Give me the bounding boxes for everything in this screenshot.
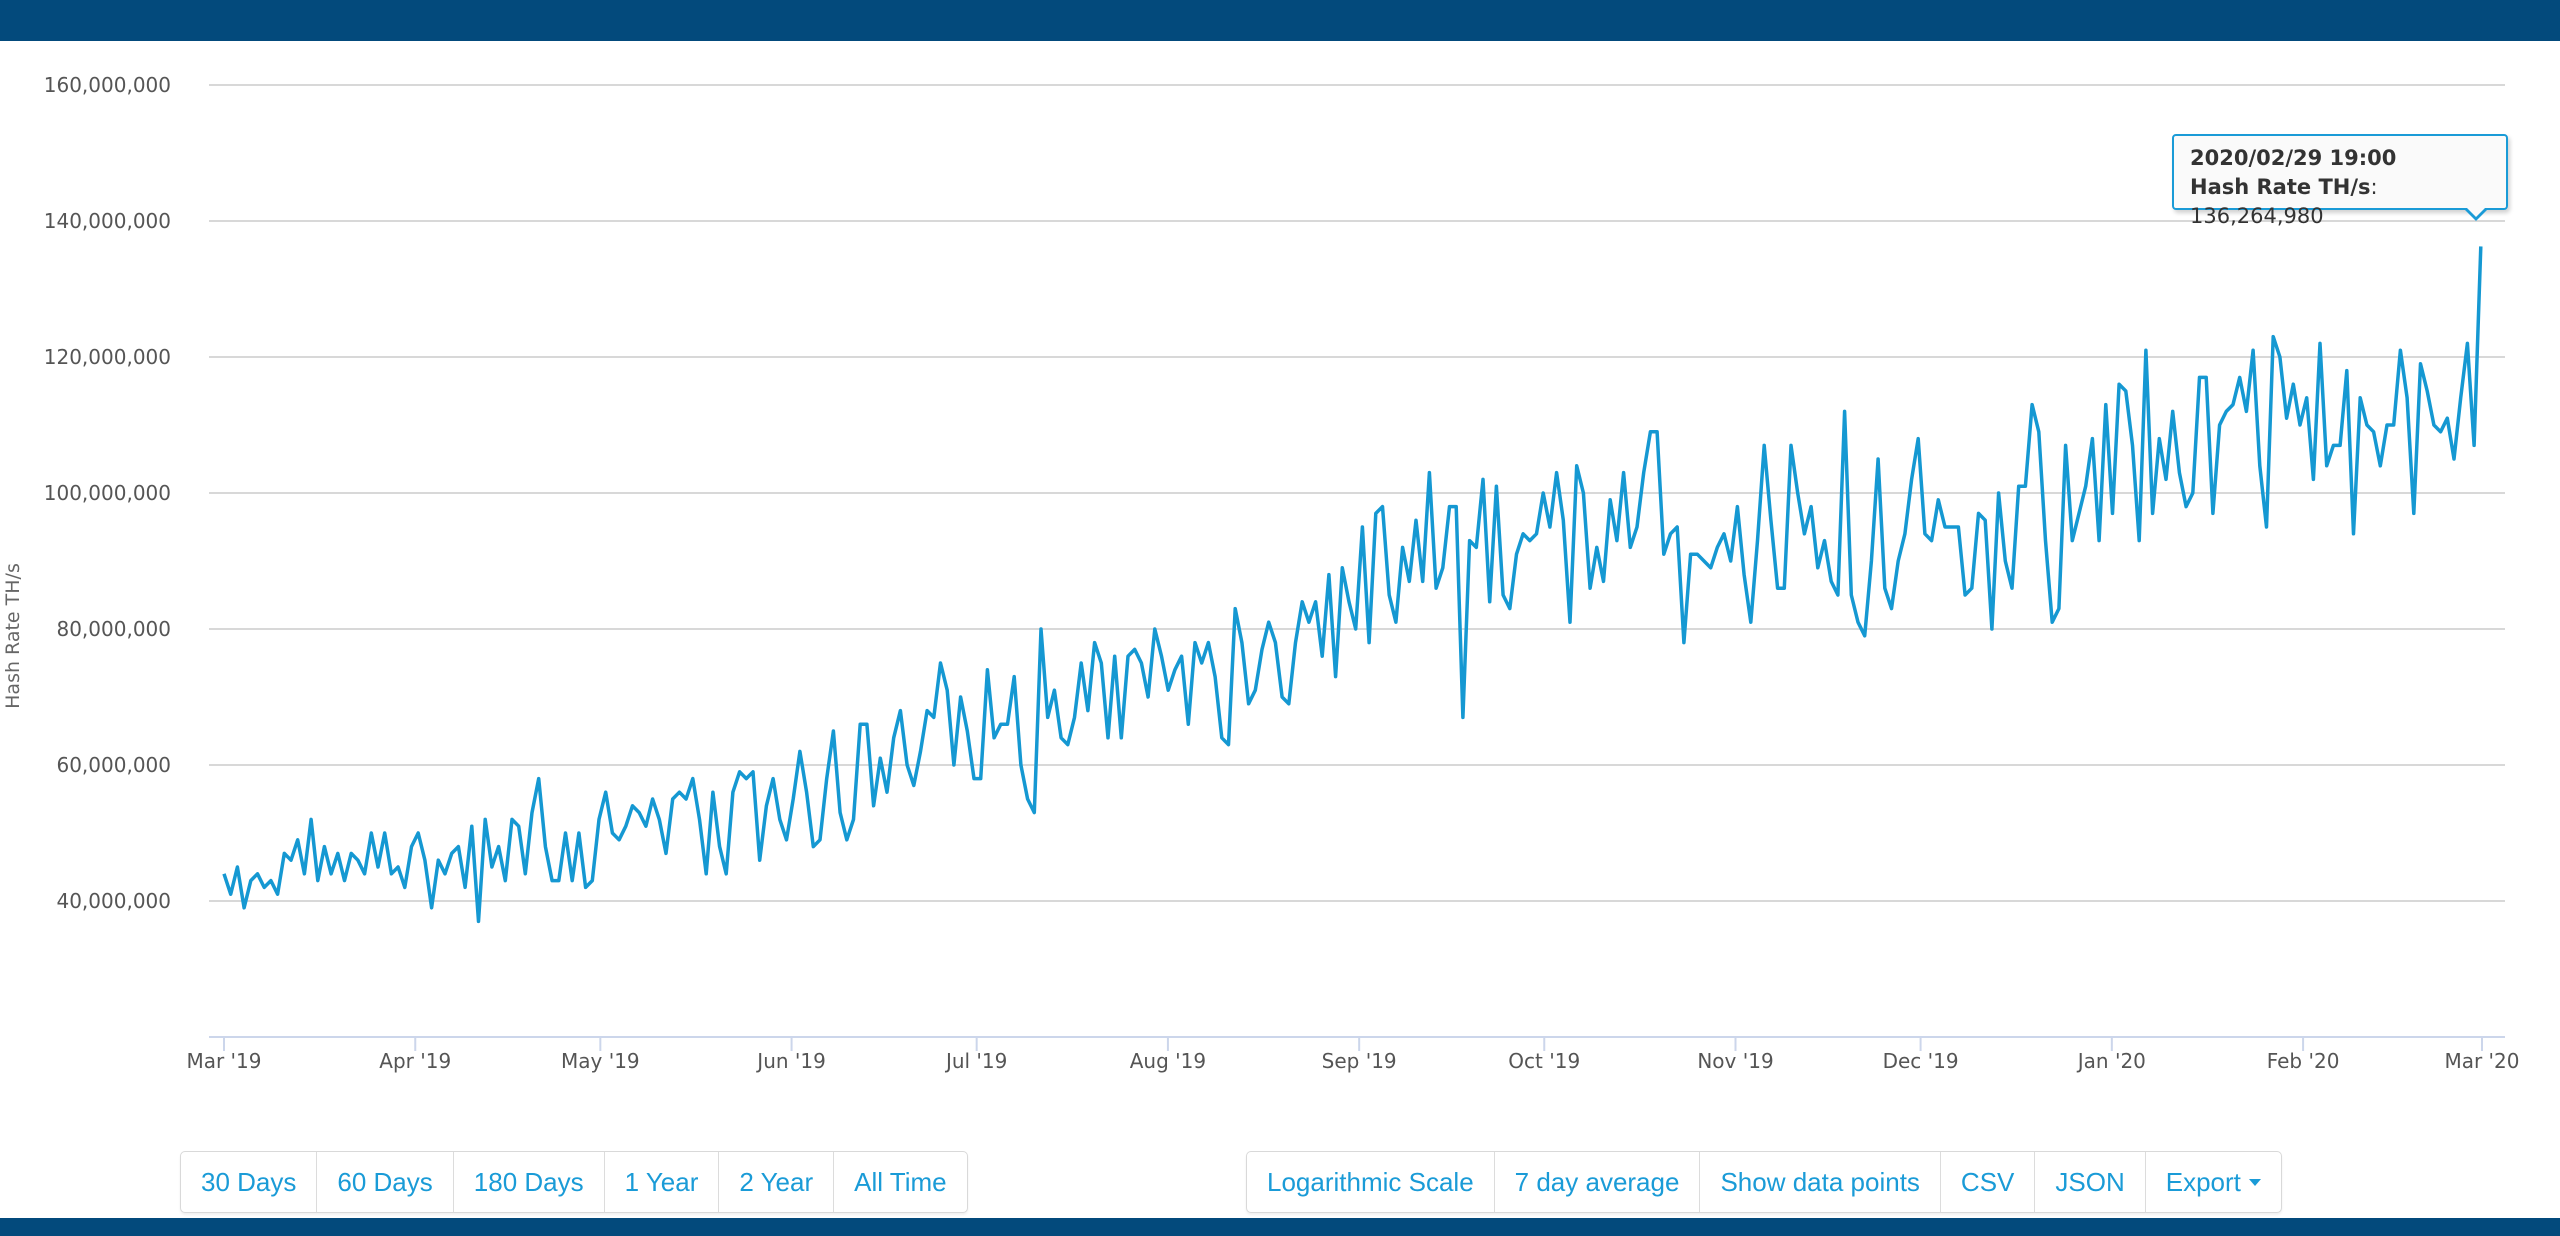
x-tick-label: Jan '20 [2076,1049,2146,1073]
range-all-time-button[interactable]: All Time [834,1152,966,1212]
x-tick-label: Mar '20 [2444,1049,2519,1073]
caret-down-icon [2248,1178,2261,1186]
json-button[interactable]: JSON [2035,1152,2146,1212]
y-tick-label: 120,000,000 [44,345,171,369]
export-label: Export [2165,1166,2241,1197]
range-1-year-button[interactable]: 1 Year [605,1152,720,1212]
y-tick-label: 40,000,000 [56,889,171,913]
grid-lines [209,84,2505,902]
options-button-group: Logarithmic Scale 7 day average Show dat… [1246,1151,2282,1213]
x-tick-label: Nov '19 [1697,1049,1773,1073]
top-header-bar [0,0,2560,41]
export-dropdown-button[interactable]: Export [2146,1152,2281,1212]
x-tick-label: May '19 [561,1049,640,1073]
y-tick-label: 160,000,000 [44,73,171,97]
x-tick-label: Feb '20 [2267,1049,2340,1073]
x-tick-label: Oct '19 [1508,1049,1580,1073]
range-180-days-button[interactable]: 180 Days [454,1152,605,1212]
x-tick-label: Aug '19 [1130,1049,1206,1073]
y-tick-label: 100,000,000 [44,481,171,505]
x-tick-label: Sep '19 [1322,1049,1397,1073]
range-button-group: 30 Days 60 Days 180 Days 1 Year 2 Year A… [180,1151,968,1213]
logarithmic-scale-button[interactable]: Logarithmic Scale [1247,1152,1495,1212]
csv-button[interactable]: CSV [1941,1152,2036,1212]
x-tick-label: Jun '19 [755,1049,826,1073]
series-layer [222,246,2483,924]
seven-day-average-button[interactable]: 7 day average [1495,1152,1701,1212]
range-60-days-button[interactable]: 60 Days [317,1152,454,1212]
y-tick-label: 60,000,000 [56,753,171,777]
tooltip-separator: : [2370,175,2378,199]
tooltip-arrow [2464,207,2488,221]
y-axis-title: Hash Rate TH/s [2,563,24,709]
tooltip-value: 136,264,980 [2190,204,2324,228]
bottom-footer-bar [0,1218,2560,1236]
range-30-days-button[interactable]: 30 Days [181,1152,318,1212]
range-2-year-button[interactable]: 2 Year [719,1152,835,1212]
y-tick-label: 140,000,000 [44,209,171,233]
x-tick-label: Dec '19 [1883,1049,1959,1073]
x-tick-label: Apr '19 [379,1049,451,1073]
tooltip-date: 2020/02/29 19:00 [2190,146,2397,170]
y-axis-labels: 40,000,000 60,000,000 80,000,000 100,000,00… [44,73,171,913]
show-data-points-button[interactable]: Show data points [1700,1152,1941,1212]
tooltip-series-label: Hash Rate TH/s [2190,175,2371,199]
x-tick-label: Mar '19 [186,1049,261,1073]
x-tick-label: Jul '19 [944,1049,1007,1073]
x-axis: Mar '19 Apr '19 May '19 Jun '19 Jul '19 Aug '… [186,1036,2520,1073]
hash-rate-series-line [222,246,2483,924]
y-tick-label: 80,000,000 [56,617,171,641]
data-tooltip: 2020/02/29 19:00 Hash Rate TH/s: 136,264… [2172,134,2508,228]
